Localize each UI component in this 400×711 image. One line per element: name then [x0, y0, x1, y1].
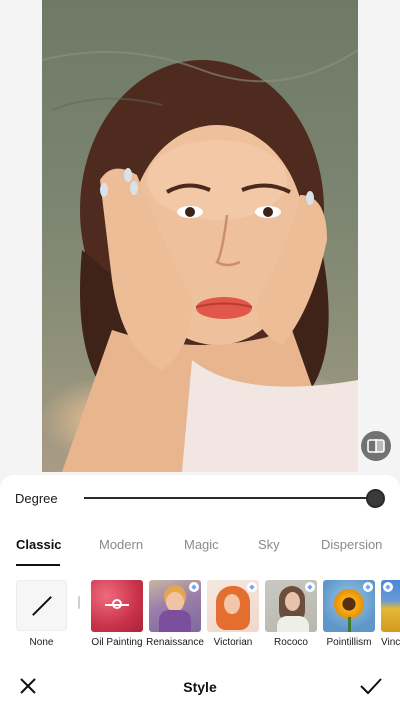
tab-modern[interactable]: Modern [99, 537, 143, 552]
category-tabs: Classic Modern Magic Sky Dispersion [0, 533, 400, 561]
style-pointillism[interactable]: ◆ [323, 580, 375, 632]
tab-classic[interactable]: Classic [16, 537, 62, 552]
style-list: None Oil Painting ◆ Renaissance ◆ Victor… [0, 578, 400, 650]
tab-magic[interactable]: Magic [184, 537, 219, 552]
stylized-photo [42, 0, 358, 472]
degree-slider-track[interactable] [84, 497, 376, 499]
bottom-bar: Style [0, 663, 400, 711]
style-renaissance-label: Renaissance [146, 637, 204, 648]
portrait-illustration [42, 49, 358, 472]
adjust-slider-knob-icon [112, 599, 122, 609]
style-rococo[interactable]: ◆ [265, 580, 317, 632]
degree-label: Degree [15, 491, 58, 506]
premium-diamond-icon: ◆ [305, 582, 315, 592]
page-title: Style [183, 679, 217, 695]
style-vinc-label: Vinc [381, 637, 400, 648]
style-victorian-label: Victorian [213, 637, 253, 648]
style-none-label: None [29, 637, 54, 648]
premium-diamond-icon: ◆ [189, 582, 199, 592]
photo-canvas-area [0, 0, 400, 475]
style-pointillism-label: Pointillism [326, 637, 372, 648]
style-victorian[interactable]: ◆ [207, 580, 259, 632]
degree-row: Degree [0, 475, 400, 523]
active-tab-indicator [16, 564, 60, 566]
style-rococo-label: Rococo [274, 637, 308, 648]
tab-dispersion[interactable]: Dispersion [321, 537, 382, 552]
degree-slider-thumb[interactable] [366, 489, 385, 508]
style-vinc[interactable]: ◆ [381, 580, 400, 632]
tab-sky[interactable]: Sky [258, 537, 280, 552]
style-none-button[interactable] [16, 580, 67, 631]
style-separator [78, 596, 80, 609]
checkmark-icon [360, 678, 382, 695]
style-oil-painting-label: Oil Painting [91, 637, 143, 648]
premium-diamond-icon: ◆ [383, 582, 393, 592]
compare-icon [367, 439, 385, 453]
style-renaissance[interactable]: ◆ [149, 580, 201, 632]
style-oil-painting[interactable] [91, 580, 143, 632]
premium-diamond-icon: ◆ [363, 582, 373, 592]
compare-button[interactable] [361, 431, 391, 461]
premium-diamond-icon: ◆ [247, 582, 257, 592]
confirm-button[interactable] [358, 674, 384, 698]
